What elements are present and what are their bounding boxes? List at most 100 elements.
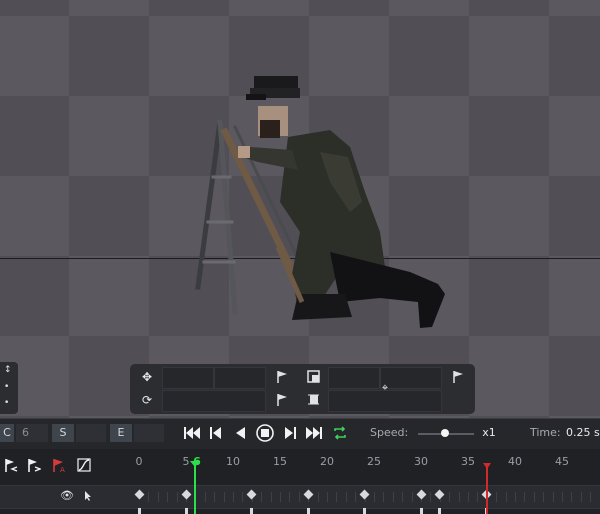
- track-grid-line: [317, 492, 319, 502]
- tick-label: 0: [135, 455, 143, 468]
- curve-editor-icon[interactable]: [77, 458, 91, 472]
- s-key-button[interactable]: S: [52, 424, 74, 442]
- position-x-field[interactable]: [162, 367, 214, 389]
- animation-flag-icon[interactable]: A: [52, 458, 67, 473]
- track-grid-line: [468, 492, 469, 502]
- previous-frame-icon: [210, 427, 221, 439]
- track-grid-line: [543, 492, 545, 502]
- position-y-field[interactable]: [214, 367, 266, 389]
- play-backward-button[interactable]: [230, 423, 250, 443]
- rotate-icon[interactable]: ⟳: [140, 393, 154, 407]
- next-frame-icon: [285, 427, 296, 439]
- track-grid-line: [552, 492, 554, 502]
- speed-slider-handle[interactable]: [441, 429, 449, 437]
- scale-x-field[interactable]: [328, 367, 380, 389]
- track-grid-line: [562, 492, 563, 502]
- flag-icon[interactable]: [276, 393, 288, 407]
- move-icon[interactable]: ✥: [140, 370, 154, 384]
- time-label: Time:: [530, 426, 561, 439]
- track-grid-line: [590, 492, 592, 502]
- e-value-field[interactable]: [134, 424, 164, 442]
- track-grid-line: [176, 492, 178, 502]
- dot-icon[interactable]: •: [4, 382, 9, 392]
- track-grid-line: [458, 492, 460, 502]
- keyframe-stem: [419, 508, 423, 514]
- keyframe-stem: [137, 508, 141, 514]
- track-grid-line: [515, 492, 516, 502]
- flag-icon[interactable]: [276, 370, 288, 384]
- transform-panel: ✥ ⟳ ⌖: [130, 364, 475, 414]
- previous-frame-button[interactable]: [206, 423, 226, 443]
- track-grid-line: [477, 492, 479, 502]
- track-grid-line: [157, 492, 159, 502]
- track-grid-line: [280, 492, 281, 502]
- crop-icon[interactable]: [307, 393, 320, 406]
- loop-toggle-button[interactable]: [330, 423, 350, 443]
- s-value-field[interactable]: [76, 424, 106, 442]
- track-grid-line: [505, 492, 507, 502]
- canvas-viewport[interactable]: ↕ • • ✥ ⟳ ⌖: [0, 0, 600, 418]
- tick-label: 40: [508, 455, 522, 468]
- track-grid-line: [167, 492, 169, 502]
- track-grid-line: [392, 492, 394, 502]
- track-grid-line: [223, 492, 225, 502]
- rotation-field[interactable]: [162, 390, 266, 412]
- flag-icon[interactable]: [452, 370, 464, 384]
- track-grid-line: [242, 492, 244, 502]
- track-grid-line: [204, 492, 206, 502]
- track-grid-line: [449, 492, 451, 502]
- set-end-flag-icon[interactable]: [27, 458, 41, 473]
- track-grid-line: [524, 492, 526, 502]
- tick-label: 35: [461, 455, 475, 468]
- tick-label: 30: [414, 455, 428, 468]
- track-grid-line: [580, 492, 582, 502]
- track-grid-line: [336, 492, 338, 502]
- track-grid-line: [383, 492, 385, 502]
- tick-label: 15: [273, 455, 287, 468]
- keyframe-stem: [184, 508, 188, 514]
- track-grid-line: [261, 492, 263, 502]
- c-key-button[interactable]: C: [0, 424, 14, 442]
- track-grid-line: [148, 492, 150, 502]
- tick-label: 45: [555, 455, 569, 468]
- tick-label: 25: [367, 455, 381, 468]
- left-mini-toolbar: ↕ • •: [0, 362, 18, 414]
- track-grid-line: [270, 492, 272, 502]
- track-grid-line: [345, 492, 347, 502]
- timeline-ruler[interactable]: 0 5 6 10 15 20 25 30 35 40 45: [100, 449, 600, 485]
- layer-order-icon[interactable]: ↕: [4, 365, 12, 375]
- track-grid-line: [289, 492, 291, 502]
- scale-icon[interactable]: [307, 370, 320, 383]
- stop-button[interactable]: [255, 423, 275, 443]
- stop-icon: [256, 424, 274, 442]
- track-grid-line: [533, 492, 535, 502]
- skip-to-first-icon: [184, 427, 200, 439]
- skip-to-last-button[interactable]: [304, 423, 324, 443]
- dot-icon[interactable]: •: [4, 398, 9, 408]
- track-grid-line: [327, 492, 328, 502]
- track-grid-line: [430, 492, 432, 502]
- speed-value: x1: [482, 426, 496, 439]
- playhead[interactable]: [194, 465, 197, 514]
- e-key-button[interactable]: E: [110, 424, 132, 442]
- keyframe-stem: [306, 508, 310, 514]
- layer-track[interactable]: 👁: [0, 485, 600, 509]
- next-frame-button[interactable]: [280, 423, 300, 443]
- track-grid-line: [298, 492, 300, 502]
- skip-to-first-button[interactable]: [182, 423, 202, 443]
- cursor-select-icon[interactable]: [84, 491, 92, 502]
- speed-label: Speed:: [370, 426, 409, 439]
- track-grid-line: [355, 492, 357, 502]
- track-grid-line: [214, 492, 216, 502]
- end-marker[interactable]: [485, 467, 488, 514]
- tick-label: 10: [226, 455, 240, 468]
- skip-to-last-icon: [306, 427, 322, 439]
- visibility-eye-icon[interactable]: 👁: [60, 489, 74, 502]
- timeline-panel: A 0 5 6 10 15 20 25 30 35 40 45 👁: [0, 449, 600, 514]
- character-sprite[interactable]: [180, 62, 460, 334]
- track-grid-line: [374, 492, 375, 502]
- set-start-flag-icon[interactable]: [4, 458, 18, 473]
- play-backward-icon: [236, 427, 245, 439]
- c-value-field[interactable]: 6: [16, 424, 48, 442]
- pivot-icon[interactable]: ⌖: [378, 381, 392, 395]
